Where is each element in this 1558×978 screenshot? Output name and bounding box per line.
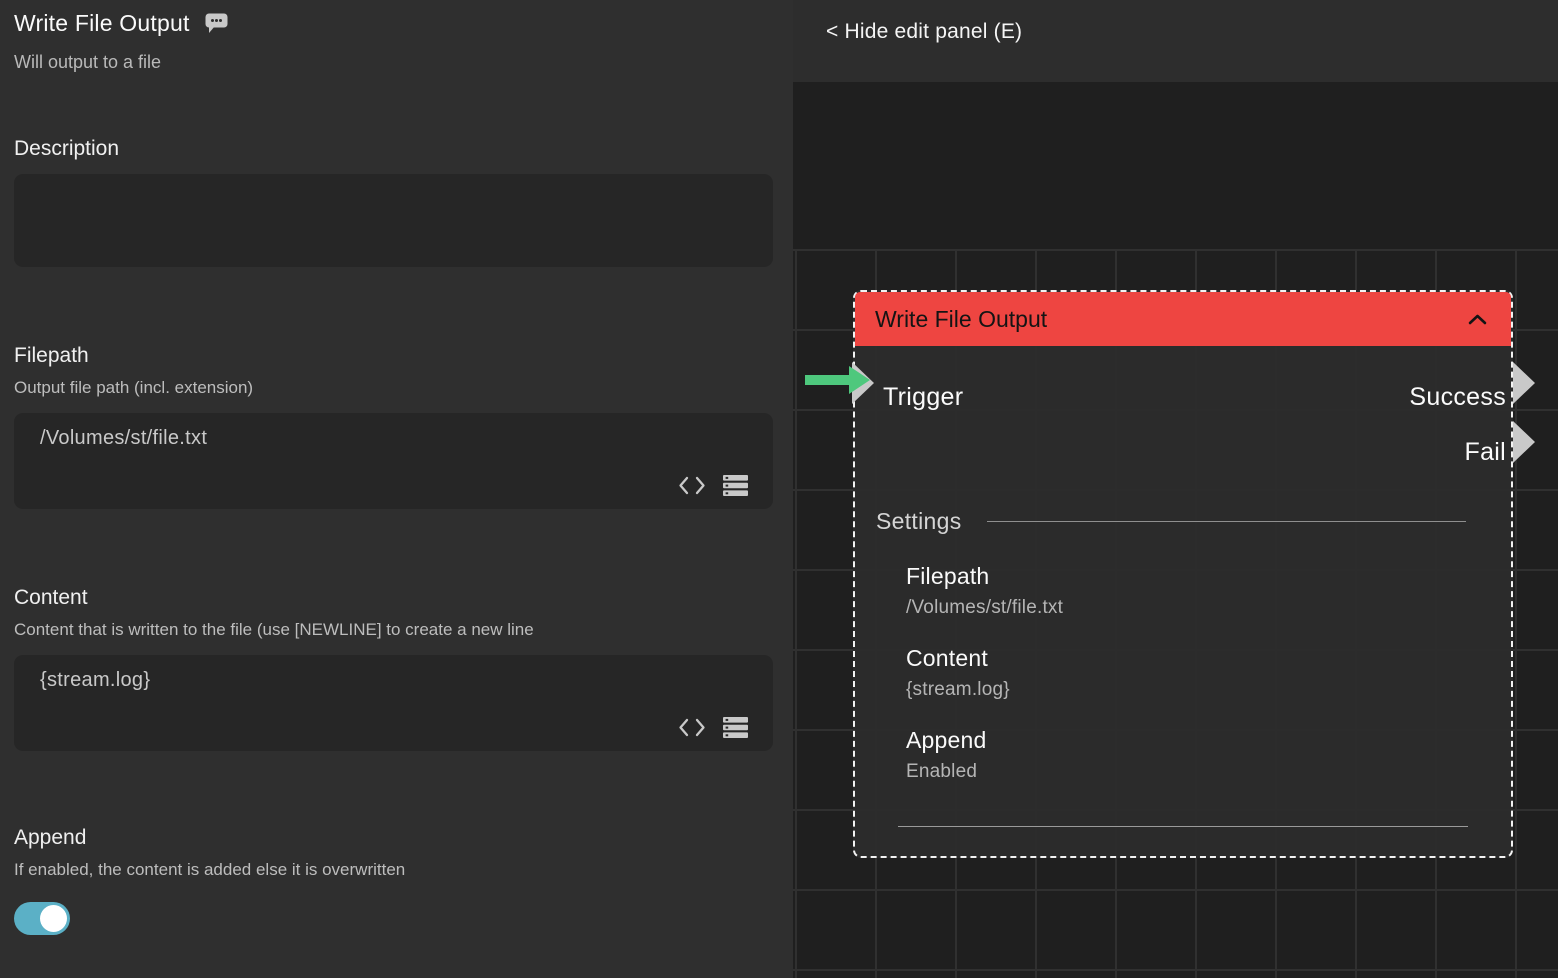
append-toggle-knob [40,905,67,932]
content-label: Content [14,586,779,610]
setting-value: Enabled [906,761,1511,783]
content-hint: Content that is written to the file (use… [14,620,779,640]
settings-heading: Settings [876,508,962,535]
code-icon[interactable] [678,718,706,737]
comment-bubble-icon[interactable] [204,12,229,40]
hide-edit-panel-button[interactable]: < Hide edit panel (E) [826,20,1022,44]
trigger-success-row: Trigger Success [855,368,1511,426]
description-label: Description [14,137,779,161]
edit-panel-header: Write File Output [14,10,779,40]
node-settings-list: Filepath /Volumes/st/file.txt Content {s… [855,563,1511,783]
filepath-label: Filepath [14,344,779,368]
filepath-value: /Volumes/st/file.txt [40,427,207,450]
node-bottom-divider [898,826,1468,827]
output-port-label-success: Success [1409,383,1506,412]
content-input[interactable]: {stream.log} [14,655,773,751]
node-settings-heading-row: Settings [876,508,1466,535]
setting-value: {stream.log} [906,679,1511,701]
filepath-hint: Output file path (incl. extension) [14,378,779,398]
setting-value: /Volumes/st/file.txt [906,597,1511,619]
filepath-input-actions [678,474,749,497]
code-icon[interactable] [678,476,706,495]
node-edit-subtitle: Will output to a file [14,52,779,73]
settings-heading-divider [987,521,1466,522]
setting-label: Content [906,645,1511,672]
content-input-actions [678,716,749,739]
setting-label: Filepath [906,563,1511,590]
setting-label: Append [906,727,1511,754]
setting-item-filepath: Filepath /Volumes/st/file.txt [906,563,1511,619]
node-header[interactable]: Write File Output [855,292,1511,346]
stacked-list-icon[interactable] [722,474,749,497]
node-edit-title: Write File Output [14,10,190,37]
fail-row: Fail [855,426,1511,478]
output-port-label-fail: Fail [1465,438,1506,467]
description-input[interactable] [14,174,773,267]
success-output-connector[interactable] [1513,362,1535,404]
setting-item-content: Content {stream.log} [906,645,1511,701]
node-canvas[interactable]: Write File Output Trigger Success Fail [793,82,1558,978]
node-ports: Trigger Success Fail [855,346,1511,478]
edit-panel: Write File Output Will output to a file … [0,0,793,978]
chevron-up-icon [1468,314,1487,325]
app-window: Write File Output Will output to a file … [0,0,1558,978]
input-port-label: Trigger [883,383,963,412]
node-title: Write File Output [875,306,1047,333]
canvas-topbar: < Hide edit panel (E) [793,0,1558,82]
append-toggle[interactable] [14,902,70,935]
content-value: {stream.log} [40,669,150,692]
canvas-pane: < Hide edit panel (E) Write File Output [793,0,1558,978]
append-hint: If enabled, the content is added else it… [14,860,779,880]
setting-item-append: Append Enabled [906,727,1511,783]
fail-output-connector[interactable] [1513,421,1535,463]
filepath-input[interactable]: /Volumes/st/file.txt [14,413,773,509]
collapse-node-button[interactable] [1466,312,1489,327]
append-label: Append [14,826,779,850]
stacked-list-icon[interactable] [722,716,749,739]
write-file-output-node[interactable]: Write File Output Trigger Success Fail [853,290,1513,858]
